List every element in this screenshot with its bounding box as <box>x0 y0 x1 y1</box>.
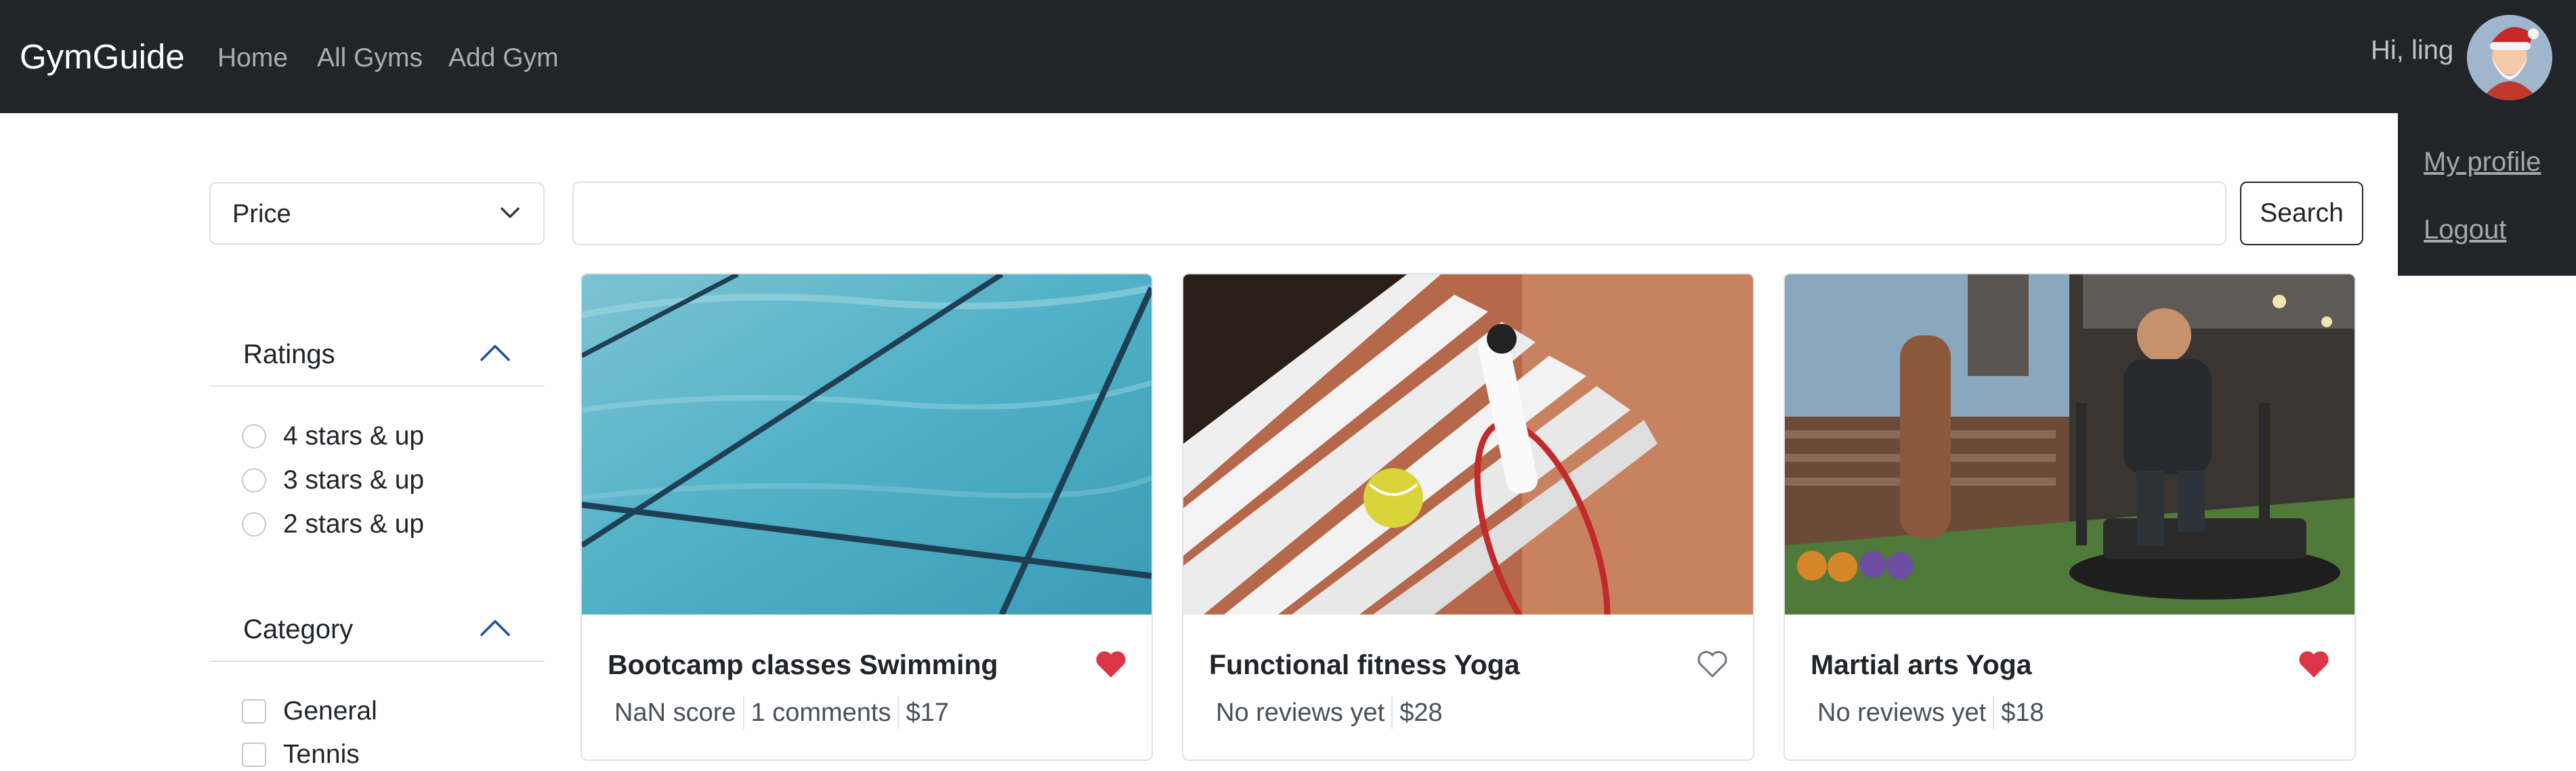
chevron-up-icon <box>480 345 510 361</box>
brand-logo[interactable]: GymGuide <box>20 37 185 77</box>
search-button[interactable]: Search <box>2240 182 2363 245</box>
gym-card-meta: NaN score 1 comments $17 <box>608 696 956 729</box>
category-filter-title: Category <box>243 614 354 644</box>
category-filter-header[interactable]: Category <box>209 593 545 662</box>
checkbox[interactable] <box>242 743 266 767</box>
gym-card[interactable]: Bootcamp classes Swimming NaN score 1 co… <box>580 273 1153 761</box>
santa-avatar-icon <box>2467 15 2552 100</box>
gym-card-title[interactable]: Martial arts Yoga <box>1811 649 2032 681</box>
user-avatar[interactable] <box>2467 15 2552 100</box>
gym-card-meta: No reviews yet $18 <box>1811 696 2051 729</box>
nav-link-home[interactable]: Home <box>217 43 288 73</box>
gym-card-title[interactable]: Functional fitness Yoga <box>1209 649 1520 681</box>
chevron-up-icon <box>480 620 510 636</box>
gym-card[interactable]: Martial arts Yoga No reviews yet $18 <box>1783 273 2356 761</box>
gym-card-score: No reviews yet <box>1817 698 1987 727</box>
gym-card-comments: 1 comments <box>751 698 891 727</box>
price-select-value: Price <box>232 200 291 228</box>
gym-card-price: $18 <box>2001 698 2044 727</box>
heart-filled-icon[interactable] <box>1095 649 1127 679</box>
user-greeting: Hi, ling <box>2371 35 2454 65</box>
gym-card-price: $17 <box>906 698 949 727</box>
navbar: GymGuide Home All Gyms Add Gym Hi, ling <box>0 0 2576 113</box>
nav-link-all-gyms[interactable]: All Gyms <box>317 43 423 73</box>
ratings-filter-title: Ratings <box>243 339 335 369</box>
gym-sled-image[interactable] <box>1785 274 2355 614</box>
gym-card[interactable]: Functional fitness Yoga No reviews yet $… <box>1182 273 1754 761</box>
logout-link[interactable]: Logout <box>2424 215 2506 245</box>
swimming-pool-image[interactable] <box>582 274 1152 614</box>
search-input[interactable] <box>572 182 2226 245</box>
gym-card-score: NaN score <box>614 698 736 727</box>
chevron-down-icon <box>501 207 520 218</box>
category-option-label: Tennis <box>283 740 360 769</box>
heart-filled-icon[interactable] <box>2298 649 2330 679</box>
checkbox[interactable] <box>242 699 266 724</box>
ratings-filter-header[interactable]: Ratings <box>209 318 545 387</box>
heart-outline-icon[interactable] <box>1696 649 1729 679</box>
price-select[interactable]: Price <box>209 182 545 245</box>
gym-card-price: $28 <box>1399 698 1443 727</box>
gym-card-title[interactable]: Bootcamp classes Swimming <box>608 649 998 681</box>
nav-link-add-gym[interactable]: Add Gym <box>448 43 559 73</box>
rating-option-label: 4 stars & up <box>283 421 425 451</box>
rating-option-label: 2 stars & up <box>283 509 425 539</box>
my-profile-link[interactable]: My profile <box>2424 147 2541 178</box>
radio-button[interactable] <box>242 512 266 537</box>
radio-button[interactable] <box>242 424 266 449</box>
rating-option-label: 3 stars & up <box>283 465 425 495</box>
radio-button[interactable] <box>242 468 266 493</box>
tennis-racket-image[interactable] <box>1183 274 1753 614</box>
category-option-label: General <box>283 696 377 726</box>
user-dropdown-menu: My profile Logout <box>2398 113 2576 276</box>
gym-card-score: No reviews yet <box>1216 698 1385 727</box>
gym-card-meta: No reviews yet $28 <box>1209 696 1450 729</box>
